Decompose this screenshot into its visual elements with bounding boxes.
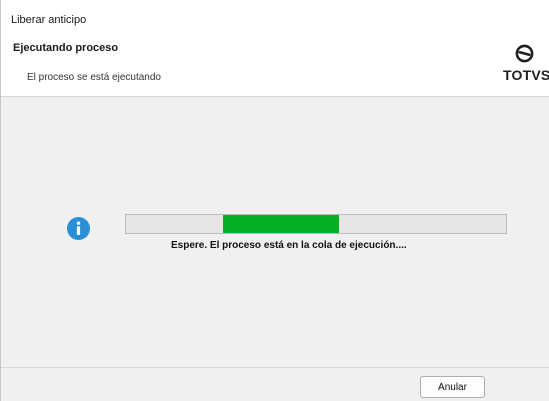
dialog-header: Ejecutando proceso El proceso se está ej… [1, 34, 549, 97]
progress-fill [222, 215, 339, 233]
logo-wordmark: TOTVS [503, 67, 549, 83]
process-panel: Espere. El proceso está en la cola de ej… [1, 97, 549, 367]
info-icon [67, 217, 90, 240]
dialog-window: Liberar anticipo Ejecutando proceso El p… [0, 0, 549, 401]
totvs-logo: TOTVS [501, 44, 549, 94]
cancel-button[interactable]: Anular [420, 376, 485, 398]
totvs-logo-icon [515, 44, 534, 63]
header-subtitle: El proceso se está ejecutando [27, 72, 161, 83]
title-bar[interactable]: Liberar anticipo [1, 0, 549, 34]
header-title: Ejecutando proceso [13, 42, 119, 54]
window-title: Liberar anticipo [11, 14, 87, 26]
status-message: Espere. El proceso está en la cola de ej… [171, 240, 407, 251]
dialog-footer: Anular [1, 367, 549, 401]
progress-bar [125, 214, 507, 234]
